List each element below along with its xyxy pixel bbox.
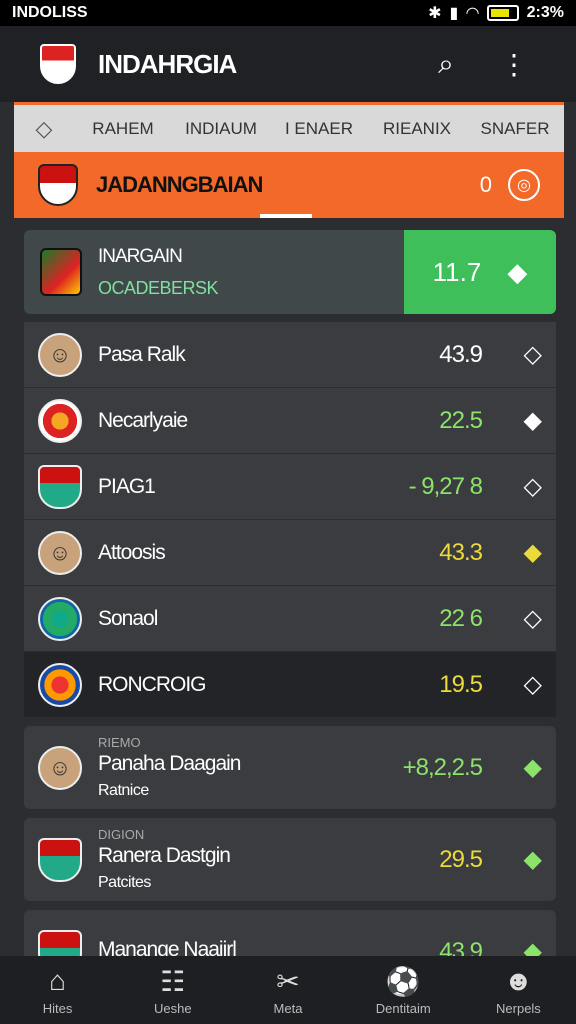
- list-item[interactable]: ☺ Pasa Ralk 43.9 ◇: [24, 322, 556, 388]
- league-title: JADANNGBAIAN: [96, 172, 263, 197]
- nav-label: Dentitaim: [375, 1000, 431, 1016]
- league-header[interactable]: JADANNGBAIAN 0 ◎: [14, 152, 564, 218]
- row-score: +8,2,2.5: [402, 753, 483, 781]
- featured-score-box[interactable]: 11.7 ◆: [404, 230, 556, 314]
- battery-label: 2:3%: [526, 4, 564, 21]
- bluetooth-icon: ✱: [428, 5, 442, 22]
- list-item[interactable]: ☺ RIEMO Panaha Daagain Ratnice +8,2,2.5 …: [24, 726, 556, 810]
- row-action-icon[interactable]: ◆: [482, 845, 542, 874]
- avatar: ☺: [38, 530, 82, 575]
- row-action-icon[interactable]: ◆: [482, 753, 542, 782]
- row-name: Necarlyaie: [98, 408, 188, 432]
- row-name: RONCROIG: [98, 672, 207, 696]
- scissors-icon: ✂: [276, 965, 300, 997]
- row-score: 43.9: [439, 340, 483, 368]
- tab-rahem[interactable]: RAHEM: [74, 119, 172, 139]
- list-item[interactable]: Necarlyaie 22.5 ◆: [24, 388, 556, 454]
- featured-action-icon[interactable]: ◆: [507, 257, 527, 288]
- row-action-icon[interactable]: ◇: [482, 670, 542, 699]
- row-score: 29.5: [439, 845, 483, 873]
- row-name: Attoosis: [98, 540, 166, 564]
- row-score: - 9,27 8: [408, 472, 483, 500]
- featured-name: INARGAIN: [98, 245, 183, 267]
- person-icon: ☻: [503, 964, 534, 996]
- row-text: DIGION Ranera Dastgin Patcites: [98, 827, 372, 892]
- status-icons: ✱ ▮ ◠ 2:3%: [428, 3, 564, 23]
- avatar: [38, 464, 82, 509]
- league-action-icon[interactable]: ◎: [508, 169, 540, 201]
- nav-label: Meta: [273, 1000, 303, 1016]
- ball-icon: ⚽: [385, 965, 421, 997]
- avatar: ☺: [38, 332, 82, 377]
- list-icon: ☷: [160, 965, 186, 997]
- nav-label: Nerpels: [496, 1000, 541, 1016]
- status-bar: INDOLISS ✱ ▮ ◠ 2:3%: [0, 0, 576, 26]
- row-name: Pasa Ralk: [98, 342, 186, 366]
- row-tag: DIGION: [98, 827, 145, 842]
- row-text: RIEMO Panaha Daagain Ratnice: [98, 735, 372, 800]
- battery-icon: [486, 5, 519, 21]
- featured-text: INARGAIN OCADEBERSK: [98, 246, 404, 299]
- list-item[interactable]: ☺ Attoosis 43.3 ◆: [24, 520, 556, 586]
- avatar: ☺: [38, 745, 82, 790]
- featured-score: 11.7: [432, 256, 482, 287]
- nav-dentitaim[interactable]: ⚽ Dentitaim: [346, 956, 461, 1024]
- row-action-icon[interactable]: ◆: [482, 538, 542, 567]
- nav-hites[interactable]: ⌂ Hites: [0, 956, 115, 1024]
- nav-nerpels[interactable]: ☻ Nerpels: [461, 956, 576, 1024]
- avatar: [38, 837, 82, 882]
- player-list: ☺ Pasa Ralk 43.9 ◇ Necarlyaie 22.5 ◆ PIA…: [24, 322, 556, 994]
- nav-label: Ueshe: [154, 1000, 192, 1016]
- featured-badge-icon: [40, 248, 82, 296]
- tab-back-icon[interactable]: ◇: [14, 116, 74, 142]
- list-item[interactable]: PIAG1 - 9,27 8 ◇: [24, 454, 556, 520]
- row-action-icon[interactable]: ◇: [482, 340, 542, 369]
- nav-meta[interactable]: ✂ Meta: [230, 956, 345, 1024]
- row-action-icon[interactable]: ◆: [482, 406, 542, 435]
- tab-rieanix[interactable]: RIEANIX: [368, 119, 466, 139]
- bottom-nav: ⌂ Hites ☷ Ueshe ✂ Meta ⚽ Dentitaim ☻ Ner…: [0, 956, 576, 1024]
- avatar: [38, 596, 82, 641]
- league-underline: [260, 214, 312, 218]
- row-action-icon[interactable]: ◇: [482, 472, 542, 501]
- row-score: 43.3: [439, 538, 483, 566]
- app-bar: INDAHRGIA ⌕ ⋮: [0, 26, 576, 102]
- row-score: 19.5: [439, 670, 483, 698]
- tab-bar: ◇ RAHEM INDIAUM I ENAER RIEANIX SNAFER: [14, 102, 564, 152]
- list-item[interactable]: DIGION Ranera Dastgin Patcites 29.5 ◆: [24, 818, 556, 902]
- row-action-icon[interactable]: ◇: [482, 604, 542, 633]
- carrier-label: INDOLISS: [12, 4, 88, 21]
- row-score: 22 6: [439, 604, 483, 632]
- row-title: Panaha Daagain: [98, 752, 241, 775]
- more-vert-icon[interactable]: ⋮: [492, 42, 536, 86]
- nav-ueshe[interactable]: ☷ Ueshe: [115, 956, 230, 1024]
- app-title: INDAHRGIA: [98, 48, 237, 79]
- league-badge-icon: [38, 164, 78, 206]
- nav-label: Hites: [42, 1000, 73, 1016]
- signal-icon: ▮: [449, 5, 459, 22]
- search-icon[interactable]: ⌕: [424, 42, 468, 86]
- tab-indiaum[interactable]: INDIAUM: [172, 119, 270, 139]
- row-sub: Ratnice: [98, 782, 149, 799]
- row-tag: RIEMO: [98, 735, 141, 750]
- tab-snafer[interactable]: SNAFER: [466, 119, 564, 139]
- row-title: Ranera Dastgin: [98, 844, 231, 867]
- list-item[interactable]: Sonaol 22 6 ◇: [24, 586, 556, 652]
- avatar: [38, 398, 82, 443]
- avatar: [38, 662, 82, 707]
- row-sub: Patcites: [98, 874, 151, 891]
- tab-ienaer[interactable]: I ENAER: [270, 119, 368, 139]
- row-name: Sonaol: [98, 606, 158, 630]
- featured-sub: OCADEBERSK: [98, 277, 219, 298]
- app-logo: [40, 44, 76, 84]
- league-count: 0: [479, 172, 492, 197]
- row-name: PIAG1: [98, 474, 156, 498]
- wifi-icon: ◠: [466, 5, 479, 22]
- row-score: 22.5: [439, 406, 483, 434]
- list-item[interactable]: RONCROIG 19.5 ◇: [24, 652, 556, 718]
- home-icon: ⌂: [49, 964, 67, 996]
- featured-card[interactable]: INARGAIN OCADEBERSK 11.7 ◆: [24, 230, 556, 314]
